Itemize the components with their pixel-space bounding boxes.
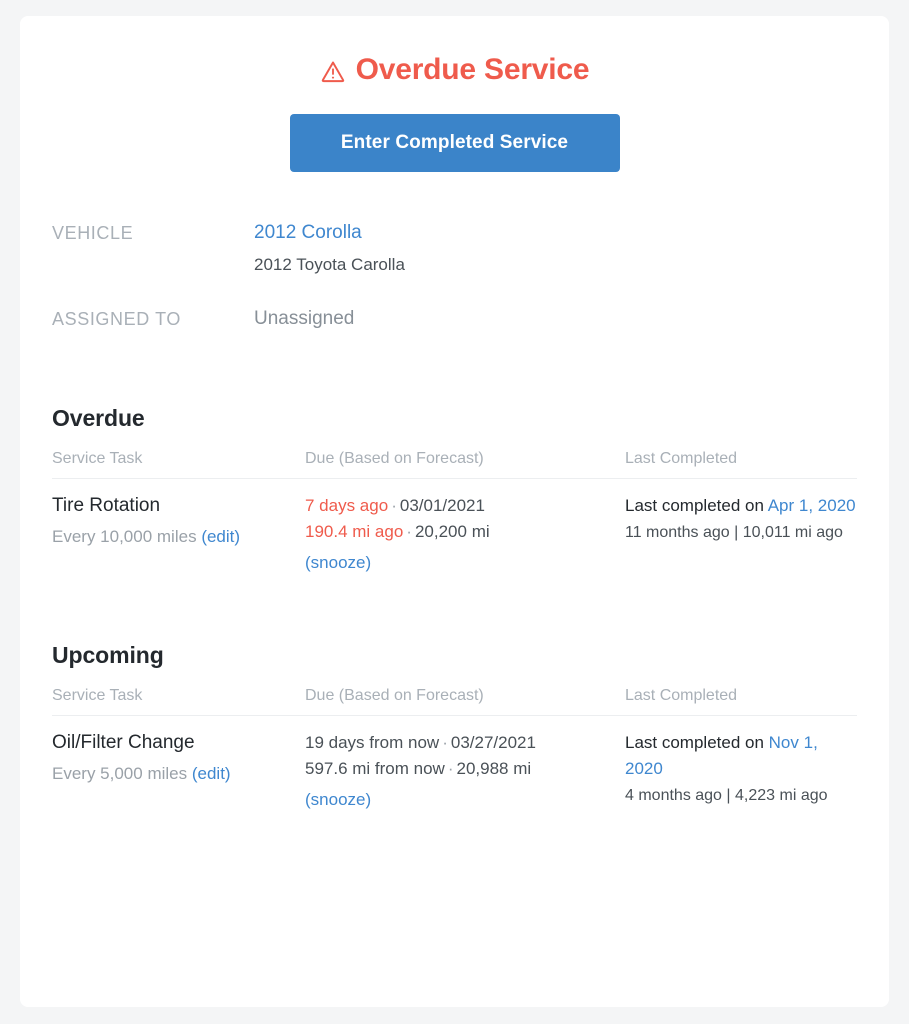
snooze-row: (snooze) <box>305 551 625 576</box>
task-interval-text: Every 10,000 miles <box>52 527 197 546</box>
enter-completed-service-button[interactable]: Enter Completed Service <box>289 114 620 172</box>
column-header-due: Due (Based on Forecast) <box>305 687 625 716</box>
column-header-due: Due (Based on Forecast) <box>305 450 625 479</box>
snooze-link[interactable]: (snooze) <box>305 790 371 809</box>
task-interval: Every 10,000 miles (edit) <box>52 525 305 549</box>
cell-due: 7 days ago · 03/01/2021 190.4 mi ago · 20,20… <box>305 479 625 577</box>
due-meter-relative: 190.4 mi ago <box>305 522 404 541</box>
task-name: Oil/Filter Change <box>52 732 195 753</box>
task-interval: Every 5,000 miles (edit) <box>52 762 305 786</box>
due-time-date: 03/27/2021 <box>450 733 536 752</box>
section-overdue: Overdue Service Task Due (Based on Forec… <box>20 405 889 576</box>
due-meter-value: 20,988 mi <box>456 759 532 778</box>
last-completed-line: Last completed on Apr 1, 2020 <box>625 493 857 519</box>
cell-due: 19 days from now · 03/27/2021 597.6 mi fro… <box>305 716 625 814</box>
vehicle-label: VEHICLE <box>52 223 134 243</box>
due-meter-line: 597.6 mi from now · 20,988 mi <box>305 759 532 778</box>
section-upcoming: Upcoming Service Task Due (Based on Fore… <box>20 642 889 813</box>
last-completed-date-link[interactable]: Apr 1, 2020 <box>768 496 856 515</box>
last-completed-ago: 11 months ago | 10,011 mi ago <box>625 524 843 541</box>
table-header-row: Service Task Due (Based on Forecast) Las… <box>52 450 857 479</box>
cta-row: Enter Completed Service <box>20 114 889 172</box>
vehicle-description: 2012 Toyota Carolla <box>254 255 405 274</box>
due-time-relative: 7 days ago <box>305 496 389 515</box>
warning-triangle-icon <box>320 58 346 84</box>
column-header-service-task: Service Task <box>52 450 305 479</box>
due-meter-line: 190.4 mi ago · 20,200 mi <box>305 522 490 541</box>
page-title-text: Overdue Service <box>355 53 590 86</box>
table-header-row: Service Task Due (Based on Forecast) Las… <box>52 687 857 716</box>
column-header-service-task: Service Task <box>52 687 305 716</box>
table-row: Oil/Filter Change Every 5,000 miles (edi… <box>52 716 857 814</box>
cell-last-completed: Last completed on Nov 1, 2020 4 months a… <box>625 716 857 814</box>
cell-last-completed: Last completed on Apr 1, 2020 11 months … <box>625 479 857 577</box>
due-time-relative: 19 days from now <box>305 733 440 752</box>
assigned-to-value: Unassigned <box>254 306 889 333</box>
last-completed-ago: 4 months ago | 4,223 mi ago <box>625 787 828 804</box>
due-meter-relative: 597.6 mi from now <box>305 759 445 778</box>
due-time-date: 03/01/2021 <box>399 496 485 515</box>
assigned-to-text: Unassigned <box>254 308 355 329</box>
overdue-table: Service Task Due (Based on Forecast) Las… <box>52 450 857 576</box>
vehicle-link[interactable]: 2012 Corolla <box>254 220 889 246</box>
cell-service-task: Tire Rotation Every 10,000 miles (edit) <box>52 479 305 577</box>
cell-service-task: Oil/Filter Change Every 5,000 miles (edi… <box>52 716 305 814</box>
vehicle-meta: VEHICLE 2012 Corolla 2012 Toyota Carolla… <box>20 220 889 333</box>
vehicle-value: 2012 Corolla 2012 Toyota Carolla <box>254 220 889 278</box>
task-name: Tire Rotation <box>52 495 161 516</box>
due-time-line: 19 days from now · 03/27/2021 <box>305 733 536 752</box>
upcoming-table: Service Task Due (Based on Forecast) Las… <box>52 687 857 813</box>
edit-interval-link[interactable]: (edit) <box>201 527 240 546</box>
assigned-to-row: ASSIGNED TO Unassigned <box>52 306 889 333</box>
last-completed-prefix: Last completed on <box>625 496 768 515</box>
service-reminder-card: Overdue Service Enter Completed Service … <box>20 16 889 1007</box>
snooze-row: (snooze) <box>305 788 625 813</box>
section-upcoming-title: Upcoming <box>52 642 164 668</box>
task-interval-text: Every 5,000 miles <box>52 764 188 783</box>
section-overdue-title: Overdue <box>52 405 145 431</box>
edit-interval-link[interactable]: (edit) <box>192 764 231 783</box>
column-header-last-completed: Last Completed <box>625 450 857 479</box>
assigned-to-label: ASSIGNED TO <box>52 309 181 329</box>
vehicle-row: VEHICLE 2012 Corolla 2012 Toyota Carolla <box>52 220 889 278</box>
last-completed-prefix: Last completed on <box>625 733 769 752</box>
due-time-line: 7 days ago · 03/01/2021 <box>305 496 485 515</box>
column-header-last-completed: Last Completed <box>625 687 857 716</box>
table-row: Tire Rotation Every 10,000 miles (edit) … <box>52 479 857 577</box>
due-meter-value: 20,200 mi <box>414 522 490 541</box>
page-title: Overdue Service <box>20 16 889 88</box>
last-completed-line: Last completed on Nov 1, 2020 <box>625 730 857 782</box>
snooze-link[interactable]: (snooze) <box>305 553 371 572</box>
